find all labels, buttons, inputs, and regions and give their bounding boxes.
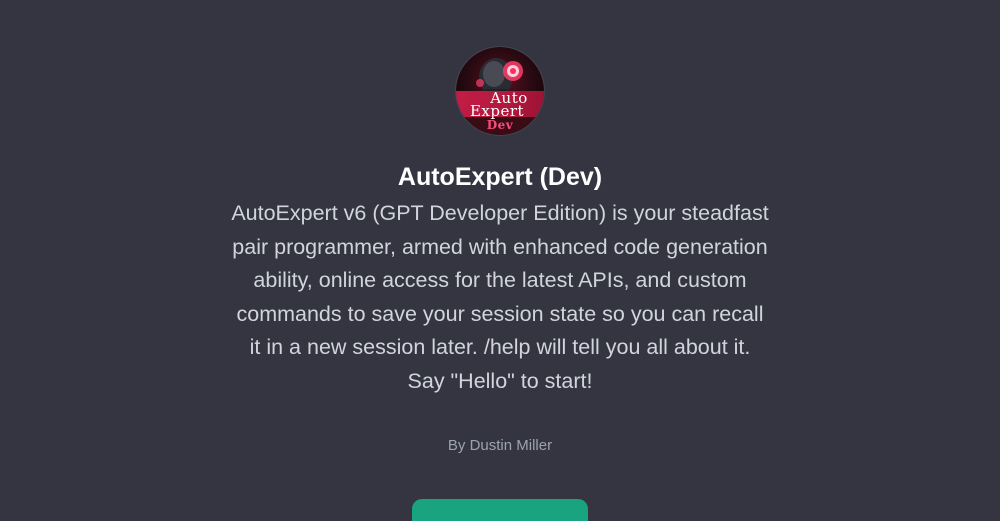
start-chat-button[interactable] bbox=[412, 499, 588, 521]
gpt-intro-page: Auto Expert Dev AutoExpert (Dev) AutoExp… bbox=[0, 0, 1000, 521]
gpt-avatar: Auto Expert Dev bbox=[456, 47, 544, 135]
logo-text-expert: Expert bbox=[469, 102, 525, 120]
logo-text-dev: Dev bbox=[486, 118, 514, 132]
gpt-title: AutoExpert (Dev) bbox=[397, 163, 603, 191]
gpt-author: By Dustin Miller bbox=[447, 437, 553, 454]
gpt-description: AutoExpert v6 (GPT Developer Edition) is… bbox=[231, 201, 769, 393]
